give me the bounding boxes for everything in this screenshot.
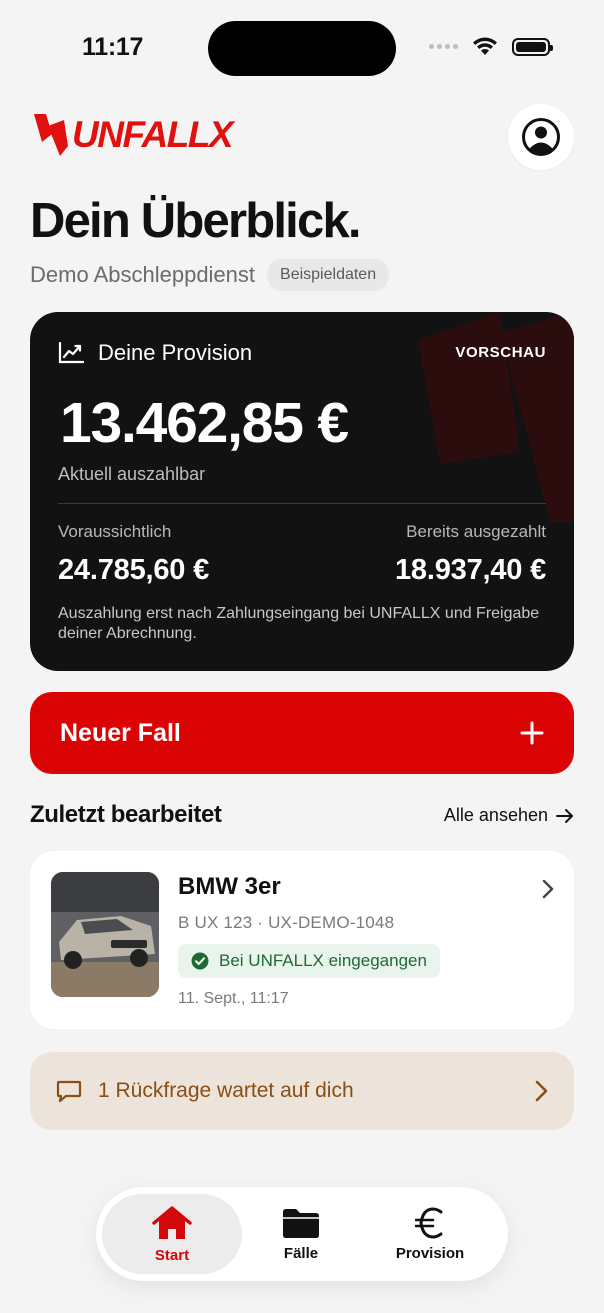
brand-logo-text: UNFALLX: [72, 114, 234, 155]
chat-bubble-icon: [56, 1080, 82, 1103]
see-all-link[interactable]: Alle ansehen: [444, 805, 574, 826]
paid-label: Bereits ausgezahlt: [406, 522, 546, 541]
tab-provision[interactable]: Provision: [360, 1194, 500, 1274]
divider: [58, 503, 546, 504]
brand-mark-icon: [34, 114, 68, 156]
expected-label: Voraussichtlich: [58, 522, 172, 541]
home-icon: [152, 1205, 192, 1239]
chevron-right-icon: [535, 1080, 548, 1102]
brand-logo: UNFALLX: [30, 112, 234, 158]
case-date: 11. Sept., 11:17: [178, 990, 289, 1007]
case-plate: B UX 123 · UX-DEMO-1048: [178, 913, 395, 932]
trend-chart-icon: [58, 342, 84, 364]
expected-column: Voraussichtlich 24.785,60 €: [58, 522, 209, 587]
euro-icon: [415, 1206, 443, 1239]
vehicle-photo-image: [51, 872, 159, 997]
provision-amount: 13.462,85 €: [60, 391, 349, 455]
tab-label: Start: [154, 1246, 190, 1264]
sample-data-badge: Beispieldaten: [267, 259, 390, 291]
new-case-button[interactable]: Neuer Fall: [30, 692, 574, 774]
status-label: Bei UNFALLX eingegangen: [219, 951, 427, 970]
tab-label: Fälle: [283, 1244, 319, 1262]
arrow-right-icon: [556, 808, 573, 823]
status-badge: Bei UNFALLX eingegangen: [178, 944, 440, 978]
plus-icon: [520, 721, 544, 745]
cellular-signal-icon: [429, 44, 458, 49]
expected-value: 24.785,60 €: [58, 554, 209, 586]
page-title: Dein Überblick.: [30, 194, 362, 248]
profile-button[interactable]: [508, 104, 574, 170]
status-time: 11:17: [82, 33, 144, 61]
company-name: Demo Abschleppdienst: [30, 262, 256, 287]
see-all-label: Alle ansehen: [443, 805, 548, 825]
vehicle-photo: [51, 872, 159, 997]
payout-note: Auszahlung erst nach Zahlungseingang bei…: [58, 605, 540, 642]
query-label: 1 Rückfrage wartet auf dich: [98, 1079, 354, 1102]
provision-caption: Aktuell auszahlbar: [58, 464, 206, 484]
screen: 11:17 UNFALLX Dein Überblick. Demo Absch…: [0, 0, 604, 1313]
subtitle-row: Demo Abschleppdienst Beispieldaten: [30, 259, 390, 291]
check-circle-icon: [191, 952, 209, 970]
tab-label: Provision: [395, 1244, 465, 1262]
case-card[interactable]: BMW 3er B UX 123 · UX-DEMO-1048 Bei UNFA…: [30, 851, 574, 1029]
paid-value: 18.937,40 €: [395, 554, 546, 586]
tab-bar: Start Fälle Provision: [96, 1187, 508, 1281]
tab-faelle[interactable]: Fälle: [242, 1194, 360, 1274]
battery-icon: [512, 37, 553, 56]
provision-header: Deine Provision: [58, 340, 252, 366]
person-circle-icon: [522, 118, 560, 156]
paid-column: Bereits ausgezahlt 18.937,40 €: [395, 522, 546, 587]
case-title: BMW 3er: [178, 873, 281, 900]
folder-icon: [283, 1208, 319, 1238]
chevron-right-icon: [542, 879, 554, 899]
status-icons: [429, 37, 553, 56]
tab-start[interactable]: Start: [102, 1194, 242, 1274]
query-banner[interactable]: 1 Rückfrage wartet auf dich: [30, 1052, 574, 1130]
new-case-label: Neuer Fall: [60, 718, 181, 747]
section-title-recent: Zuletzt bearbeitet: [30, 801, 222, 828]
provision-card[interactable]: Deine Provision VORSCHAU 13.462,85 € Akt…: [30, 312, 574, 671]
preview-tag: VORSCHAU: [455, 344, 546, 361]
dynamic-island: [208, 21, 396, 76]
provision-label: Deine Provision: [98, 340, 253, 365]
wifi-icon: [473, 37, 497, 55]
